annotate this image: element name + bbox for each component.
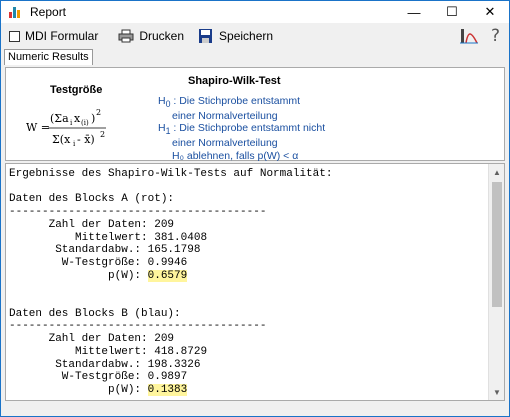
logo-icon [459,29,478,44]
vertical-scrollbar[interactable]: ▲ ▼ [488,164,504,400]
p-value-row: p(W): 0.1383 [9,383,332,397]
p-value-highlighted: 0.1383 [147,383,188,396]
h0-subscript: 0 [165,99,171,110]
result-value: 381.0408 [154,231,208,244]
result-row: Mittelwert: 418.8729 [9,346,332,359]
separator-line: --------------------------------------- [9,206,267,219]
h0-hypothesis: H0 : Die Stichprobe entstammt einer Norm… [158,95,300,122]
result-row: Mittelwert: 381.0408 [9,232,332,245]
status-bar [2,402,508,416]
results-text-area[interactable]: Ergebnisse des Shapiro-Wilk-Tests auf No… [5,163,505,401]
svg-text:i: i [70,119,73,127]
svg-text:- x̄): - x̄) [77,133,95,146]
result-row: Zahl der Daten: 209 [9,333,332,346]
svg-text:Σ(x: Σ(x [52,133,71,146]
svg-text:W =: W = [26,121,50,134]
scroll-down-arrow-icon[interactable]: ▼ [489,384,504,400]
result-row: Standardabw.: 165.1798 [9,244,332,257]
result-label: Standardabw.: [9,358,148,371]
scroll-thumb[interactable] [492,182,502,307]
mdi-checkbox[interactable] [9,30,20,42]
title-bar[interactable]: Report — ☐ ✕ [1,1,509,23]
print-button[interactable]: Drucken [118,29,184,43]
floppy-disk-icon [199,29,213,43]
test-title: Shapiro-Wilk-Test [188,75,281,87]
h0-line2: einer Normalverteilung [172,110,278,123]
h1-subscript: 1 [165,126,171,137]
result-label: Mittelwert: [9,345,155,358]
tab-numeric-results[interactable]: Numeric Results [4,49,93,65]
p-value-label: p(W): [9,383,148,396]
block-title: Daten des Blocks A (rot): [9,193,175,206]
help-icon[interactable]: ? [491,26,500,46]
result-row: Zahl der Daten: 209 [9,219,332,232]
svg-text:(Σa: (Σa [50,112,69,125]
scroll-up-arrow-icon[interactable]: ▲ [489,164,504,180]
result-row: Standardabw.: 198.3326 [9,359,332,372]
teststat-label: Testgröße [50,84,103,96]
reject-rule: H₀ ablehnen, falls p(W) < α [172,150,299,162]
p-value-row: p(W): 0.6579 [9,269,332,283]
result-value: 198.3326 [147,358,201,371]
results-text: Ergebnisse des Shapiro-Wilk-Tests auf No… [9,168,332,397]
result-value: 165.1798 [147,244,201,257]
test-description-panel: Testgröße W = (Σa i x (i) ) 2 Σ(x i - x̄… [5,67,505,162]
h0-line1: : Die Stichprobe entstammt [173,95,301,107]
svg-text:(i): (i) [81,119,89,127]
toolbar: MDI Formular Drucken Speichern ? [2,24,508,48]
block-title: Daten des Blocks B (blau): [9,307,181,320]
result-label: W-Testgröße: [9,371,148,384]
window-title: Report [30,5,67,19]
svg-text:x: x [74,112,81,125]
close-button[interactable]: ✕ [471,1,509,23]
mdi-checkbox-item[interactable]: MDI Formular [2,29,98,43]
separator-line: --------------------------------------- [9,320,267,333]
result-label: W-Testgröße: [9,256,148,269]
result-label: Standardabw.: [9,244,148,257]
print-label: Drucken [139,29,185,43]
result-value: 418.8729 [154,345,208,358]
result-label: Zahl der Daten: [9,218,155,231]
svg-text:2: 2 [100,130,105,139]
result-value: 0.9897 [147,371,188,384]
w-statistic-formula: W = (Σa i x (i) ) 2 Σ(x i - x̄) 2 [26,108,106,148]
save-button[interactable]: Speichern [198,29,273,43]
printer-icon [118,29,134,43]
h0-symbol: H [158,95,166,107]
app-chart-icon [8,5,22,19]
minimize-button[interactable]: — [395,1,433,23]
result-row: W-Testgröße: 0.9897 [9,371,332,384]
result-value: 209 [154,333,175,346]
svg-text:): ) [91,112,95,125]
result-label: Mittelwert: [9,231,155,244]
result-row: W-Testgröße: 0.9946 [9,257,332,270]
save-label: Speichern [219,29,274,43]
result-value: 0.9946 [147,256,188,269]
h1-line2: einer Normalverteilung [172,137,278,150]
svg-text:i: i [73,140,76,148]
mdi-label: MDI Formular [25,29,99,43]
h1-symbol: H [158,122,166,134]
svg-text:2: 2 [96,108,101,117]
maximize-button[interactable]: ☐ [433,1,471,23]
tab-strip: Numeric Results [2,48,508,66]
report-window: Report — ☐ ✕ MDI Formular Drucken Speich… [0,0,510,417]
results-heading: Ergebnisse des Shapiro-Wilk-Tests auf No… [9,168,333,180]
p-value-label: p(W): [9,269,148,282]
h1-hypothesis: H1 : Die Stichprobe entstammt nicht eine… [158,122,325,149]
p-value-highlighted: 0.6579 [147,269,188,282]
h1-line1: : Die Stichprobe entstammt nicht [173,122,326,134]
result-value: 209 [154,218,175,231]
result-label: Zahl der Daten: [9,333,155,346]
